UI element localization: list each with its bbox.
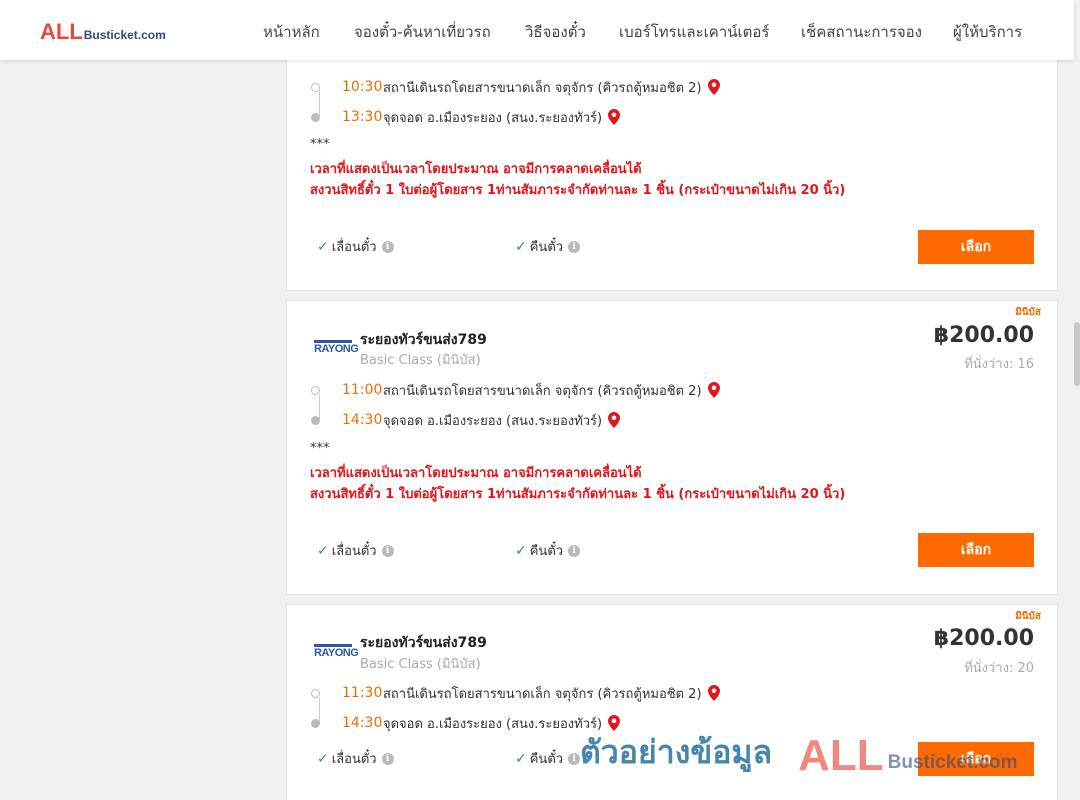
feature-label: คืนตั๋ว bbox=[529, 752, 564, 767]
feature-change-ticket: ✓ เลื่อนตั๋ว i bbox=[317, 236, 394, 257]
operator-name: ระยองทัวร์ขนส่ง789 bbox=[360, 332, 487, 348]
info-icon[interactable]: i bbox=[381, 544, 394, 557]
arrival-dot bbox=[311, 415, 320, 425]
departure-place: สถานีเดินรถโดยสารขนาดเล็ก จตุจักร (คิวรถ… bbox=[383, 686, 702, 702]
map-pin-icon[interactable] bbox=[707, 79, 720, 95]
seats-available: ที่นั่งว่าง: 16 bbox=[964, 357, 1034, 372]
trip-card: 10:30 สถานีเดินรถโดยสารขนาดเล็ก จตุจักร … bbox=[286, 20, 1058, 291]
feature-label: เลื่อนตั๋ว bbox=[331, 240, 377, 255]
arrival-stop: 14:30 จุดจอด อ.เมืองระยอง (สนง.ระยองทัวร… bbox=[311, 713, 621, 733]
feature-label: คืนตั๋ว bbox=[529, 240, 564, 255]
feature-refund-ticket: ✓ คืนตั๋ว i bbox=[515, 748, 581, 769]
arrival-dot bbox=[311, 718, 320, 728]
arrival-place: จุดจอด อ.เมืองระยอง (สนง.ระยองทัวร์) bbox=[383, 413, 603, 429]
check-icon: ✓ bbox=[515, 238, 527, 255]
feature-label: คืนตั๋ว bbox=[529, 544, 564, 559]
nav-providers[interactable]: ผู้ให้บริการ bbox=[953, 20, 1022, 44]
arrival-place: จุดจอด อ.เมืองระยอง (สนง.ระยองทัวร์) bbox=[383, 716, 603, 732]
notice-luggage: สงวนสิทธิ์ตั๋ว 1 ใบต่อผู้โดยสาร 1ท่านสัม… bbox=[310, 183, 846, 198]
arrival-dot bbox=[311, 112, 320, 122]
departure-time: 11:30 bbox=[342, 685, 383, 701]
map-pin-icon[interactable] bbox=[707, 382, 720, 398]
logo-all-text: ALL bbox=[40, 19, 83, 44]
arrival-stop: 13:30 จุดจอด อ.เมืองระยอง (สนง.ระยองทัวร… bbox=[311, 107, 621, 127]
bus-type-badge: มินิบัส bbox=[1015, 611, 1041, 622]
feature-label: เลื่อนตั๋ว bbox=[331, 544, 377, 559]
nav-home[interactable]: หน้าหลัก bbox=[263, 20, 320, 44]
operator-logo: RAYONG bbox=[314, 644, 359, 660]
select-trip-button[interactable]: เลือก bbox=[918, 230, 1034, 264]
feature-refund-ticket: ✓ คืนตั๋ว i bbox=[515, 540, 581, 561]
check-icon: ✓ bbox=[317, 750, 329, 767]
trip-card: มินิบัส RAYONG ระยองทัวร์ขนส่ง789 Basic … bbox=[286, 300, 1058, 595]
check-icon: ✓ bbox=[317, 542, 329, 559]
departure-dot bbox=[311, 688, 320, 698]
top-navbar: ALL Busticket.com หน้าหลัก จองตั๋ว-ค้นหา… bbox=[0, 0, 1074, 60]
departure-dot bbox=[311, 82, 320, 92]
trip-card: มินิบัส RAYONG ระยองทัวร์ขนส่ง789 Basic … bbox=[286, 604, 1058, 800]
departure-place: สถานีเดินรถโดยสารขนาดเล็ก จตุจักร (คิวรถ… bbox=[383, 80, 702, 96]
departure-stop: 11:00 สถานีเดินรถโดยสารขนาดเล็ก จตุจักร … bbox=[311, 380, 720, 400]
logo-busticket-text: Busticket.com bbox=[83, 28, 166, 42]
info-icon[interactable]: i bbox=[381, 240, 394, 253]
departure-time: 10:30 bbox=[342, 79, 383, 95]
nav-book-search[interactable]: จองตั๋ว-ค้นหาเที่ยวรถ bbox=[354, 20, 491, 44]
select-trip-button[interactable]: เลือก bbox=[918, 742, 1034, 776]
check-icon: ✓ bbox=[515, 542, 527, 559]
note-stars: *** bbox=[310, 137, 330, 152]
arrival-time: 14:30 bbox=[342, 715, 383, 731]
feature-change-ticket: ✓ เลื่อนตั๋ว i bbox=[317, 540, 394, 561]
site-logo[interactable]: ALL Busticket.com bbox=[40, 19, 166, 45]
operator-logo: RAYONG bbox=[314, 340, 359, 356]
notice-time-approx: เวลาที่แสดงเป็นเวลาโดยประมาณ อาจมีการคลา… bbox=[310, 466, 642, 481]
arrival-time: 14:30 bbox=[342, 412, 383, 428]
departure-stop: 10:30 สถานีเดินรถโดยสารขนาดเล็ก จตุจักร … bbox=[311, 77, 720, 97]
notice-time-approx: เวลาที่แสดงเป็นเวลาโดยประมาณ อาจมีการคลา… bbox=[310, 162, 642, 177]
map-pin-icon[interactable] bbox=[707, 685, 720, 701]
page-scrollbar[interactable] bbox=[1074, 0, 1080, 800]
map-pin-icon[interactable] bbox=[608, 412, 621, 428]
check-icon: ✓ bbox=[515, 750, 527, 767]
bus-class: Basic Class (มินิบัส) bbox=[360, 353, 481, 368]
operator-name: ระยองทัวร์ขนส่ง789 bbox=[360, 635, 487, 651]
bus-class: Basic Class (มินิบัส) bbox=[360, 657, 481, 672]
info-icon[interactable]: i bbox=[381, 752, 394, 765]
arrival-place: จุดจอด อ.เมืองระยอง (สนง.ระยองทัวร์) bbox=[383, 110, 603, 126]
departure-place: สถานีเดินรถโดยสารขนาดเล็ก จตุจักร (คิวรถ… bbox=[383, 383, 702, 399]
map-pin-icon[interactable] bbox=[608, 109, 621, 125]
feature-change-ticket: ✓ เลื่อนตั๋ว i bbox=[317, 748, 394, 769]
ticket-price: ฿200.00 bbox=[933, 626, 1034, 651]
departure-dot bbox=[311, 385, 320, 395]
note-stars: *** bbox=[310, 441, 330, 456]
feature-label: เลื่อนตั๋ว bbox=[331, 752, 377, 767]
notice-luggage: สงวนสิทธิ์ตั๋ว 1 ใบต่อผู้โดยสาร 1ท่านสัม… bbox=[310, 487, 846, 502]
arrival-time: 13:30 bbox=[342, 109, 383, 125]
scrollbar-thumb[interactable] bbox=[1074, 322, 1080, 386]
departure-time: 11:00 bbox=[342, 382, 383, 398]
arrival-stop: 14:30 จุดจอด อ.เมืองระยอง (สนง.ระยองทัวร… bbox=[311, 410, 621, 430]
feature-refund-ticket: ✓ คืนตั๋ว i bbox=[515, 236, 581, 257]
info-icon[interactable]: i bbox=[568, 240, 581, 253]
seats-available: ที่นั่งว่าง: 20 bbox=[964, 661, 1034, 676]
bus-type-badge: มินิบัส bbox=[1015, 307, 1041, 318]
info-icon[interactable]: i bbox=[568, 544, 581, 557]
departure-stop: 11:30 สถานีเดินรถโดยสารขนาดเล็ก จตุจักร … bbox=[311, 683, 720, 703]
map-pin-icon[interactable] bbox=[608, 715, 621, 731]
select-trip-button[interactable]: เลือก bbox=[918, 533, 1034, 567]
check-icon: ✓ bbox=[317, 238, 329, 255]
nav-how-to-book[interactable]: วิธีจองตั๋ว bbox=[525, 20, 586, 44]
info-icon[interactable]: i bbox=[568, 752, 581, 765]
nav-phone-counter[interactable]: เบอร์โทรและเคาน์เตอร์ bbox=[619, 20, 769, 44]
ticket-price: ฿200.00 bbox=[933, 323, 1034, 348]
nav-booking-status[interactable]: เช็คสถานะการจอง bbox=[801, 20, 922, 44]
